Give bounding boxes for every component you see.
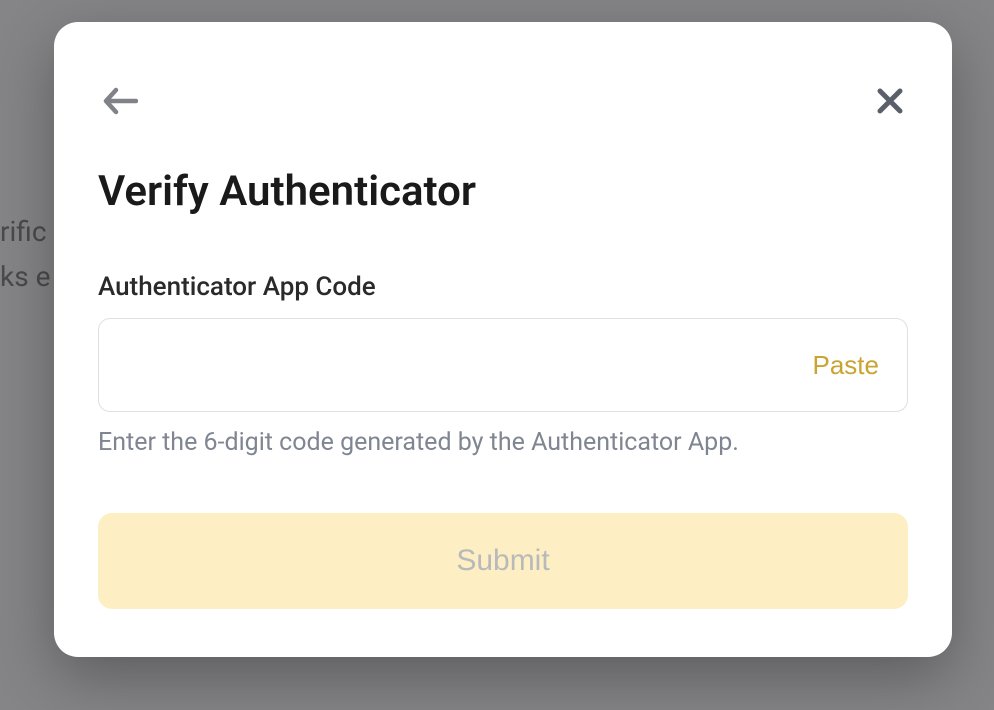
back-button[interactable] bbox=[98, 82, 142, 123]
close-button[interactable] bbox=[872, 83, 908, 122]
code-input-wrapper: Paste bbox=[98, 318, 908, 412]
modal-title: Verify Authenticator bbox=[98, 167, 908, 216]
authenticator-code-input[interactable] bbox=[123, 319, 809, 411]
modal-header bbox=[98, 82, 908, 123]
background-obscured-text: rific ks e bbox=[0, 210, 50, 300]
submit-button[interactable]: Submit bbox=[98, 513, 908, 609]
close-icon bbox=[876, 87, 904, 118]
verify-authenticator-modal: Verify Authenticator Authenticator App C… bbox=[54, 22, 952, 657]
code-help-text: Enter the 6-digit code generated by the … bbox=[98, 428, 908, 457]
paste-button[interactable]: Paste bbox=[809, 342, 884, 389]
arrow-left-icon bbox=[102, 86, 138, 119]
code-field-label: Authenticator App Code bbox=[98, 272, 908, 302]
